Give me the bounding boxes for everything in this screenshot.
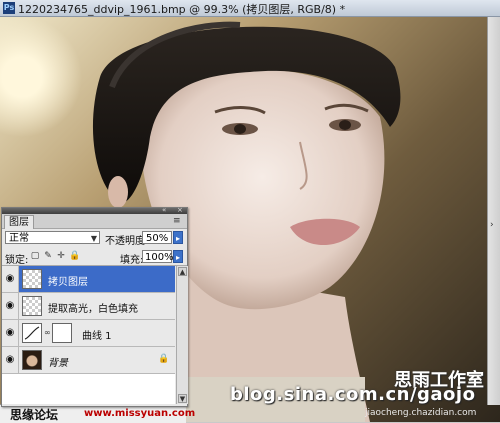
lock-label: 锁定: [5,255,29,266]
eye-icon[interactable]: ◉ [2,266,19,292]
transparency-lock-icon[interactable]: ▢ [30,251,40,261]
lock-fill-row: 锁定: ▢ ✎ ✛ 🔒 填充: 100% ▸ [2,248,187,266]
eye-icon[interactable]: ◉ [2,320,19,346]
blend-mode-select[interactable]: 正常 ▼ [5,231,100,244]
layer-thumbnail [22,350,42,370]
layers-panel[interactable]: « × 图层 ≡ 正常 ▼ 不透明度: 50% ▸ 锁定: ▢ ✎ ✛ 🔒 填充… [1,207,188,407]
canvas-vertical-scrollbar[interactable]: › [487,17,500,405]
panel-menu-icon[interactable]: ≡ [173,216,183,226]
blend-opacity-row: 正常 ▼ 不透明度: 50% ▸ [2,229,187,247]
layer-mask-thumbnail[interactable] [52,323,72,343]
layer-name: 背景 [48,358,68,369]
small-watermark: jiaocheng.chazidian.com [365,408,477,418]
scroll-right-arrow-icon[interactable]: › [490,221,498,230]
layer-name: 曲线 1 [82,331,112,342]
layer-name: 拷贝图层 [48,277,88,288]
panel-tab-row: 图层 ≡ [2,214,187,229]
eye-icon[interactable]: ◉ [2,293,19,319]
photoshop-icon: Ps [3,2,15,14]
curves-adjustment-icon [22,323,42,343]
collapse-icon[interactable]: « [162,207,169,214]
tab-layers[interactable]: 图层 [4,215,34,229]
forum-url: www.missyuan.com [84,408,196,419]
close-icon[interactable]: × [177,207,184,214]
layer-row[interactable]: ◉ 拷贝图层 [2,266,175,293]
document-title-bar[interactable]: Ps 1220234765_ddvip_1961.bmp @ 99.3% (拷贝… [0,0,500,17]
layer-thumbnail [22,296,42,316]
layers-scrollbar[interactable]: ▲ ▼ [176,266,188,404]
layer-thumbnail [22,269,42,289]
layer-name: 提取高光，白色填充 [48,304,138,315]
document-title: 1220234765_ddvip_1961.bmp @ 99.3% (拷贝图层,… [18,3,346,16]
opacity-slider-button[interactable]: ▸ [173,231,183,244]
chevron-down-icon: ▼ [90,234,97,243]
layers-list[interactable]: ◉ 拷贝图层 ◉ 提取高光，白色填充 ◉ ∞ 曲线 1 ◉ 背景 🔒 [2,266,175,404]
fill-label: 填充: [120,255,144,266]
eye-icon[interactable]: ◉ [2,347,19,373]
move-lock-icon[interactable]: ✛ [56,251,66,261]
lock-icon: 🔒 [158,354,170,364]
fill-input[interactable]: 100% [142,250,174,263]
chain-icon[interactable]: ∞ [44,328,51,337]
scroll-up-icon[interactable]: ▲ [178,267,187,276]
layer-row[interactable]: ◉ 提取高光，白色填充 [2,293,175,320]
lock-all-icon[interactable]: 🔒 [69,251,80,261]
forum-name: 思缘论坛 [10,408,59,422]
scroll-down-icon[interactable]: ▼ [178,394,187,403]
opacity-input[interactable]: 50% [142,231,172,244]
blog-watermark: blog.sina.com.cn/gaojo [230,384,476,405]
blend-mode-value: 正常 [9,233,29,244]
brush-lock-icon[interactable]: ✎ [43,251,53,261]
layer-row[interactable]: ◉ 背景 🔒 [2,347,175,374]
fill-slider-button[interactable]: ▸ [173,250,183,263]
layer-row[interactable]: ◉ ∞ 曲线 1 [2,320,175,347]
